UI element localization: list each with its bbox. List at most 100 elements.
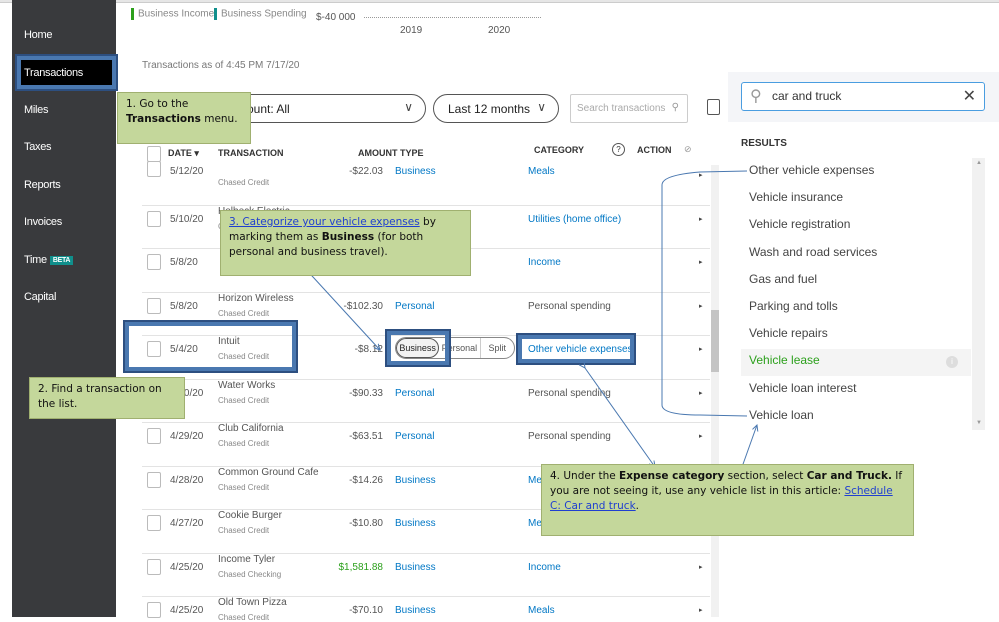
sidebar-item-capital[interactable]: Capital xyxy=(24,291,56,303)
legend-label-income: Business Income xyxy=(138,8,215,20)
highlight-category-cell xyxy=(516,333,636,365)
result-item[interactable]: Vehicle lease xyxy=(749,353,820,367)
scroll-down-icon[interactable]: ▼ xyxy=(976,420,982,426)
callout-step4-bold1: Expense category xyxy=(619,470,725,482)
row-category[interactable]: Income xyxy=(528,257,561,268)
row-checkbox[interactable] xyxy=(147,428,161,444)
select-all-checkbox[interactable] xyxy=(147,146,161,162)
callout-step1: 1. Go to the Transactions menu. xyxy=(117,92,251,144)
result-item[interactable]: Other vehicle expenses xyxy=(749,163,874,177)
row-name[interactable]: Horizon Wireless xyxy=(218,293,294,304)
type-toggle-split[interactable]: Split xyxy=(481,338,514,358)
row-checkbox[interactable] xyxy=(147,210,161,227)
row-name[interactable]: Club California xyxy=(218,423,284,434)
row-expand-arrow-icon[interactable]: ▸ xyxy=(699,345,703,353)
row-type[interactable]: Business xyxy=(395,166,436,177)
result-item[interactable]: Parking and tolls xyxy=(749,299,838,313)
row-date: 4/27/20 xyxy=(170,518,204,529)
result-item[interactable]: Wash and road services xyxy=(749,245,877,259)
sidebar-item-taxes[interactable]: Taxes xyxy=(24,141,52,153)
attachment-icon[interactable]: ⊘ xyxy=(684,144,692,155)
row-type[interactable]: Business xyxy=(395,475,436,486)
row-type[interactable]: Personal xyxy=(395,301,434,312)
row-type[interactable]: Business xyxy=(395,562,436,573)
table-scrollbar[interactable] xyxy=(711,165,719,617)
result-item[interactable]: Vehicle insurance xyxy=(749,190,843,204)
chart-gridline xyxy=(364,17,541,18)
row-checkbox[interactable] xyxy=(147,471,161,488)
highlight-transaction-row xyxy=(123,320,298,373)
row-amount: -$70.10 xyxy=(349,605,383,616)
sidebar-item-transactions[interactable]: Transactions xyxy=(24,67,83,79)
table-scrollbar-thumb[interactable] xyxy=(711,310,719,372)
row-expand-arrow-icon[interactable]: ▸ xyxy=(699,389,703,397)
category-search-value: car and truck xyxy=(772,89,842,103)
row-name[interactable]: Income Tyler xyxy=(218,554,275,565)
help-icon[interactable]: ? xyxy=(612,143,625,156)
results-scrollbar[interactable] xyxy=(972,158,985,430)
info-icon[interactable]: i xyxy=(946,356,958,368)
header-transaction: TRANSACTION xyxy=(218,148,284,158)
row-category[interactable]: Personal spending xyxy=(528,388,611,399)
sidebar-item-invoices[interactable]: Invoices xyxy=(24,216,62,228)
row-expand-arrow-icon[interactable]: ▸ xyxy=(699,258,703,266)
sidebar-item-time-label: Time xyxy=(24,254,47,266)
result-item[interactable]: Vehicle loan interest xyxy=(749,381,856,395)
legend-swatch-income xyxy=(131,8,134,20)
export-icon[interactable] xyxy=(707,99,720,115)
row-type[interactable]: Personal xyxy=(395,431,434,442)
row-account: Chased Credit xyxy=(218,482,270,492)
period-filter-dropdown[interactable]: Last 12 months ∨ xyxy=(433,94,559,123)
result-item[interactable]: Vehicle repairs xyxy=(749,326,828,340)
row-account: Chased Credit xyxy=(218,439,270,448)
x-axis-tick-2020: 2020 xyxy=(488,25,511,36)
row-category[interactable]: Meals xyxy=(528,605,555,616)
row-category[interactable]: Meals xyxy=(528,166,555,177)
row-checkbox[interactable] xyxy=(147,161,161,177)
legend-swatch-spending xyxy=(214,8,217,20)
row-type[interactable]: Personal xyxy=(395,388,434,399)
arrow-step4-results xyxy=(741,425,757,468)
row-amount: $1,581.88 xyxy=(338,561,384,573)
row-expand-arrow-icon[interactable]: ▸ xyxy=(699,171,703,179)
row-amount: -$8.12 xyxy=(354,344,383,355)
row-expand-arrow-icon[interactable]: ▸ xyxy=(699,215,703,223)
sidebar-item-miles[interactable]: Miles xyxy=(24,104,48,116)
sidebar-item-time[interactable]: Time BETA xyxy=(24,254,74,266)
row-category[interactable]: Personal spending xyxy=(528,301,611,312)
categorize-link[interactable]: 3. Categorize your vehicle expenses xyxy=(229,216,420,228)
row-checkbox[interactable] xyxy=(147,297,161,314)
window-top-strip xyxy=(0,0,999,3)
result-item[interactable]: Gas and fuel xyxy=(749,272,817,286)
row-name[interactable]: Cookie Burger xyxy=(218,510,282,521)
row-checkbox[interactable] xyxy=(147,254,161,270)
row-checkbox[interactable] xyxy=(147,602,161,618)
row-date: 5/12/20 xyxy=(170,166,204,177)
row-type[interactable]: Business xyxy=(395,605,436,616)
result-item[interactable]: Vehicle registration xyxy=(749,217,850,231)
sidebar-item-reports[interactable]: Reports xyxy=(24,179,61,191)
row-category[interactable]: Utilities (home office) xyxy=(528,214,621,225)
row-checkbox[interactable] xyxy=(147,558,161,575)
row-expand-arrow-icon[interactable]: ▸ xyxy=(699,302,703,310)
search-transactions-input[interactable]: Search transactions ⚲ xyxy=(570,94,688,123)
row-amount: -$14.26 xyxy=(349,474,383,486)
row-name[interactable]: Water Works xyxy=(218,380,275,391)
category-search-input[interactable]: ⚲ car and truck ✕ xyxy=(741,82,985,111)
row-type[interactable]: Business xyxy=(395,518,436,529)
row-category[interactable]: Income xyxy=(528,562,561,573)
result-item[interactable]: Vehicle loan xyxy=(749,408,814,422)
clear-icon[interactable]: ✕ xyxy=(963,86,976,106)
header-date[interactable]: DATE ▾ xyxy=(168,148,199,159)
row-name[interactable]: Old Town Pizza xyxy=(218,597,287,608)
sidebar-item-home[interactable]: Home xyxy=(24,29,52,41)
sidebar: Home Transactions Miles Taxes Reports In… xyxy=(12,0,118,617)
row-amount: -$22.03 xyxy=(349,166,383,177)
row-category[interactable]: Personal spending xyxy=(528,431,611,442)
scroll-up-icon[interactable]: ▲ xyxy=(976,160,982,166)
row-expand-arrow-icon[interactable]: ▸ xyxy=(699,606,703,614)
row-expand-arrow-icon[interactable]: ▸ xyxy=(699,432,703,440)
row-checkbox[interactable] xyxy=(147,515,161,531)
row-date: 4/28/20 xyxy=(170,474,204,486)
row-expand-arrow-icon[interactable]: ▸ xyxy=(699,563,703,571)
